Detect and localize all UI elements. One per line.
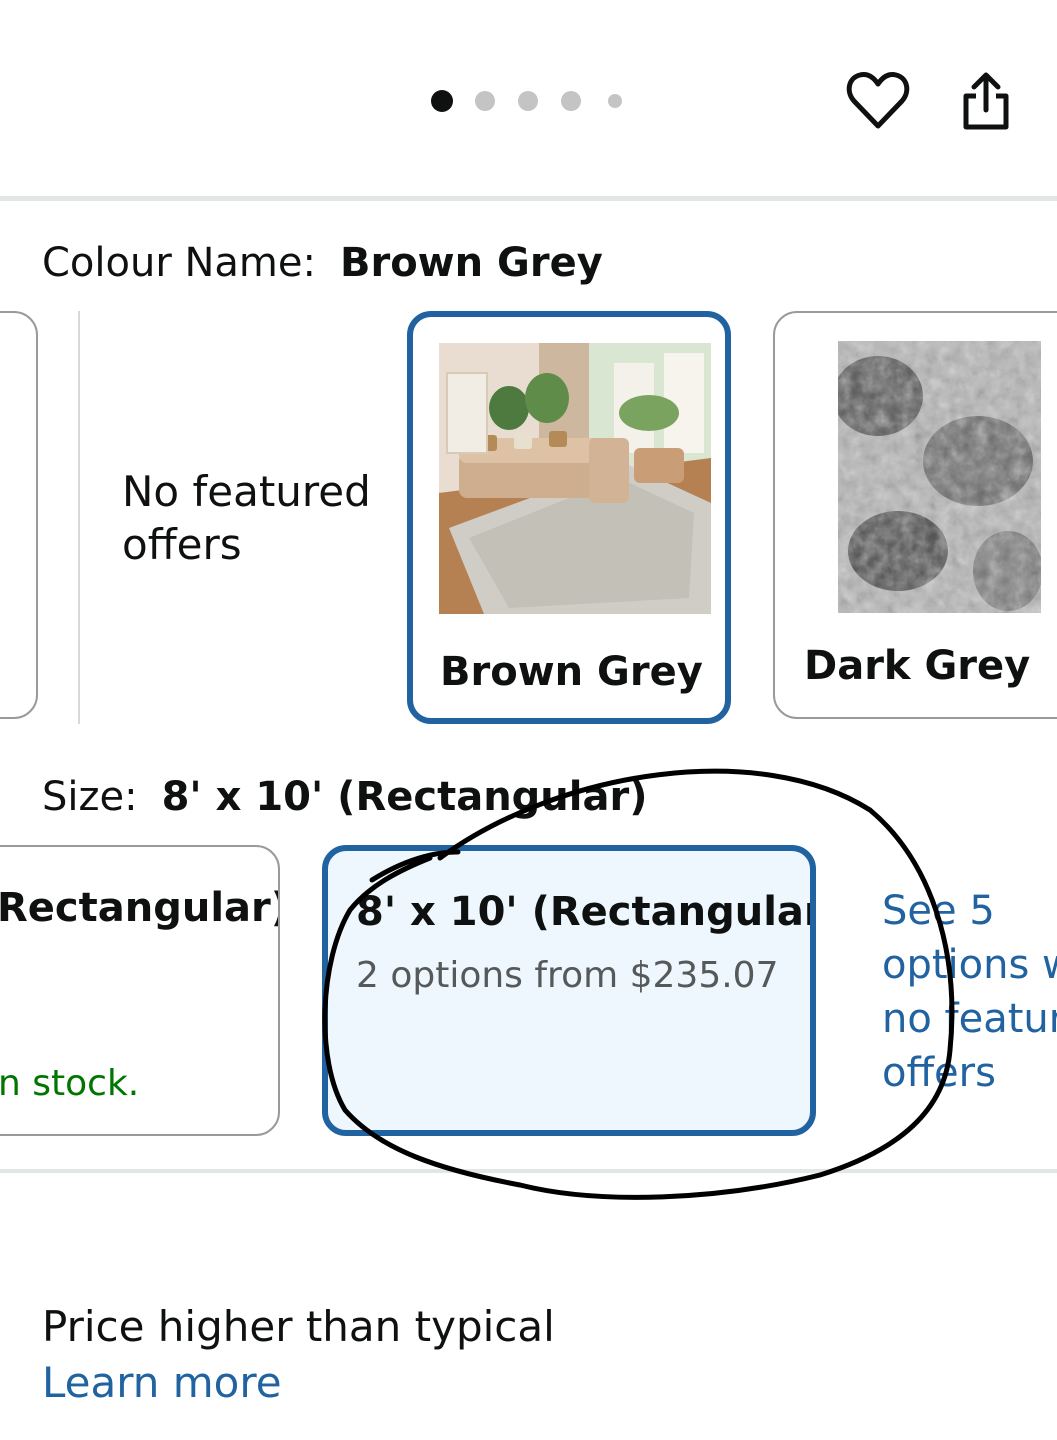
- heart-icon[interactable]: [846, 70, 910, 130]
- dark-grey-rug-image: [838, 341, 1041, 613]
- size-option-title: 8' x 10' (Rectangular): [356, 889, 816, 935]
- see-options-link[interactable]: See 5 options w no featur offers: [882, 884, 1057, 1100]
- size-option-8x10[interactable]: 8' x 10' (Rectangular) 2 options from $2…: [322, 845, 816, 1136]
- product-options-page: Colour Name: Brown Grey No featured offer…: [0, 0, 1057, 1440]
- carousel-dot-5[interactable]: [608, 94, 622, 108]
- size-option-price: 2 options from $235.07: [356, 955, 779, 996]
- carousel-dot-3[interactable]: [518, 91, 538, 111]
- section-divider-2: [0, 1169, 1057, 1173]
- colour-name-label: Colour Name:: [42, 240, 316, 286]
- see-options-line-3: no featur: [882, 996, 1057, 1042]
- swatch-separator: [78, 311, 80, 724]
- carousel-dot-2[interactable]: [475, 91, 495, 111]
- colour-swatch-dark-grey[interactable]: Dark Grey: [773, 311, 1057, 719]
- in-stock-text: n stock.: [0, 1063, 140, 1104]
- colour-swatch-partial[interactable]: [0, 311, 38, 719]
- colour-name-value: Brown Grey: [339, 240, 603, 286]
- no-offers-line-2: offers: [122, 520, 242, 569]
- share-icon[interactable]: [958, 72, 1014, 132]
- size-option-partial[interactable]: Rectangular) n stock.: [0, 845, 280, 1136]
- colour-swatch-brown-grey[interactable]: Brown Grey: [407, 311, 731, 724]
- size-label: Size:: [42, 774, 138, 820]
- see-options-line-4: offers: [882, 1050, 996, 1096]
- size-row: Size: 8' x 10' (Rectangular): [42, 774, 648, 820]
- see-options-line-2: options w: [882, 942, 1057, 988]
- living-room-rug-image: [439, 343, 711, 614]
- price-note-text: Price higher than typical: [42, 1302, 555, 1351]
- carousel-dot-1[interactable]: [431, 90, 453, 112]
- carousel-dot-4[interactable]: [561, 91, 581, 111]
- section-divider: [0, 196, 1057, 201]
- size-option-partial-title: Rectangular): [0, 885, 280, 931]
- see-options-line-1: See 5: [882, 888, 995, 934]
- learn-more-link[interactable]: Learn more: [42, 1358, 282, 1407]
- colour-name-row: Colour Name: Brown Grey: [42, 240, 603, 286]
- size-value: 8' x 10' (Rectangular): [161, 774, 648, 820]
- swatch-label-brown-grey: Brown Grey: [440, 649, 703, 695]
- swatch-label-dark-grey: Dark Grey: [804, 643, 1031, 689]
- no-featured-offers-text: No featured offers: [122, 465, 371, 571]
- no-offers-line-1: No featured: [122, 467, 371, 516]
